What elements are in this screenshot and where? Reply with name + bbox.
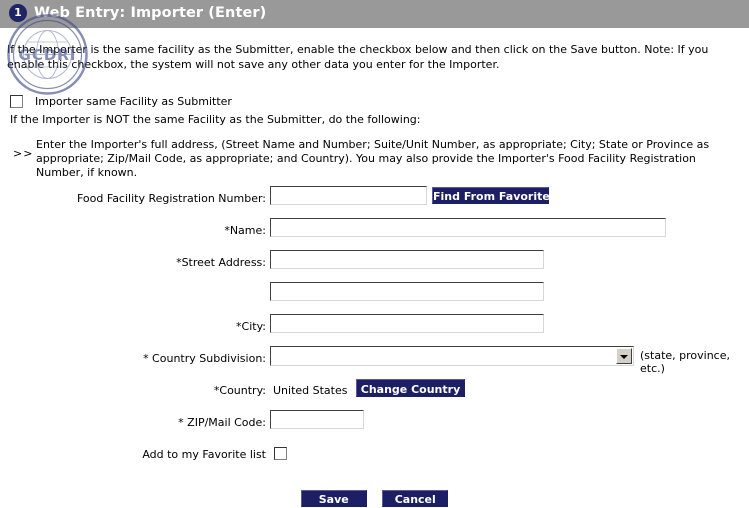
- name-label: *Name:: [224, 224, 266, 237]
- cancel-button[interactable]: Cancel: [382, 490, 449, 507]
- chevron-down-icon[interactable]: [616, 348, 632, 364]
- form-action-buttons: Save Cancel: [0, 490, 749, 507]
- city-field-group: [270, 314, 544, 333]
- form-row-country-subdivision: * Country Subdivision: (state, province,…: [0, 346, 749, 378]
- registration-number-label: Food Facility Registration Number:: [77, 192, 266, 205]
- city-label: *City:: [236, 320, 266, 333]
- save-button[interactable]: Save: [300, 490, 367, 507]
- country-subdivision-label: * Country Subdivision:: [143, 352, 266, 365]
- step-number-badge: 1: [9, 4, 27, 22]
- country-label: *Country:: [213, 384, 266, 397]
- registration-number-field-group: [270, 186, 427, 205]
- form-row-street-address: *Street Address:: [0, 250, 749, 282]
- street-address-input[interactable]: [270, 250, 544, 269]
- importer-form: Food Facility Registration Number: Find …: [0, 186, 749, 474]
- country-subdivision-select[interactable]: [270, 346, 634, 366]
- same-facility-checkbox[interactable]: [10, 95, 23, 108]
- form-row-city: *City:: [0, 314, 749, 346]
- add-to-favorites-checkbox[interactable]: [274, 447, 287, 460]
- address-instruction-text: Enter the Importer's full address, (Stre…: [36, 138, 710, 179]
- form-row-street-address-2: [0, 282, 749, 314]
- same-facility-checkbox-row[interactable]: Importer same Facility as Submitter: [10, 95, 232, 108]
- find-from-favorites-button[interactable]: Find From Favorites: [432, 187, 556, 204]
- name-field-group: [270, 218, 666, 237]
- same-facility-label: Importer same Facility as Submitter: [35, 95, 232, 108]
- intro-instruction-text: If the Importer is the same facility as …: [7, 43, 709, 71]
- zip-label: * ZIP/Mail Code:: [178, 416, 266, 429]
- zip-field-group: [270, 410, 364, 429]
- street-address-field-group: [270, 250, 544, 269]
- country-subdivision-hint: (state, province, etc.): [640, 349, 730, 375]
- page-title: Web Entry: Importer (Enter): [34, 5, 267, 21]
- form-row-favorite: Add to my Favorite list: [0, 442, 749, 474]
- form-row-registration-number: Food Facility Registration Number: Find …: [0, 186, 749, 218]
- street-address-2-input[interactable]: [270, 282, 544, 301]
- not-same-facility-text: If the Importer is NOT the same Facility…: [10, 113, 421, 126]
- instruction-arrow-marker: >>: [13, 147, 34, 160]
- form-row-zip: * ZIP/Mail Code:: [0, 410, 749, 442]
- name-input[interactable]: [270, 218, 666, 237]
- add-to-favorites-label: Add to my Favorite list: [142, 448, 266, 461]
- city-input[interactable]: [270, 314, 544, 333]
- registration-number-input[interactable]: [270, 186, 427, 205]
- form-row-name: *Name:: [0, 218, 749, 250]
- change-country-button[interactable]: Change Country: [356, 379, 465, 397]
- country-value: United States: [273, 384, 348, 397]
- zip-input[interactable]: [270, 410, 364, 429]
- form-row-country: *Country: United States Change Country: [0, 378, 749, 410]
- street-address-label: *Street Address:: [176, 256, 266, 269]
- street-address-2-field-group: [270, 282, 544, 301]
